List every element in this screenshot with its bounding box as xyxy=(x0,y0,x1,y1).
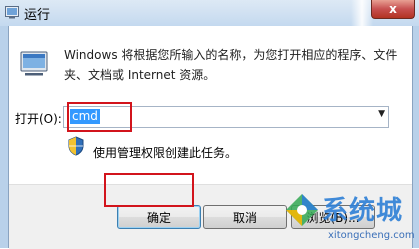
admin-shield-icon xyxy=(68,136,84,156)
close-button[interactable]: x xyxy=(371,0,415,19)
run-dialog: 运行 x Windows 将根据您所输入的名称，为您打开相应的程序、文件夹、文档… xyxy=(0,0,419,249)
chevron-down-icon[interactable]: ▼ xyxy=(378,109,385,119)
input-highlight-box xyxy=(67,102,132,132)
title-bar[interactable]: 运行 x xyxy=(0,0,419,26)
watermark: 系统城 xitongcheng.com xyxy=(278,190,418,248)
watermark-logo-icon xyxy=(286,194,318,226)
admin-note: 使用管理权限创建此任务。 xyxy=(93,146,238,160)
run-program-icon xyxy=(20,51,48,76)
description-text: Windows 将根据您所输入的名称，为您打开相应的程序、文件夹、文档或 Int… xyxy=(64,48,398,82)
window-title: 运行 xyxy=(24,8,51,23)
title-gloss xyxy=(351,0,373,26)
run-icon xyxy=(5,6,19,19)
ok-button[interactable]: 确定 xyxy=(117,205,201,229)
cancel-button[interactable]: 取消 xyxy=(203,205,287,229)
watermark-url: xitongcheng.com xyxy=(328,230,415,241)
watermark-text: 系统城 xyxy=(322,196,404,226)
ok-highlight-box xyxy=(104,173,194,207)
open-label: 打开(O): xyxy=(15,112,62,126)
